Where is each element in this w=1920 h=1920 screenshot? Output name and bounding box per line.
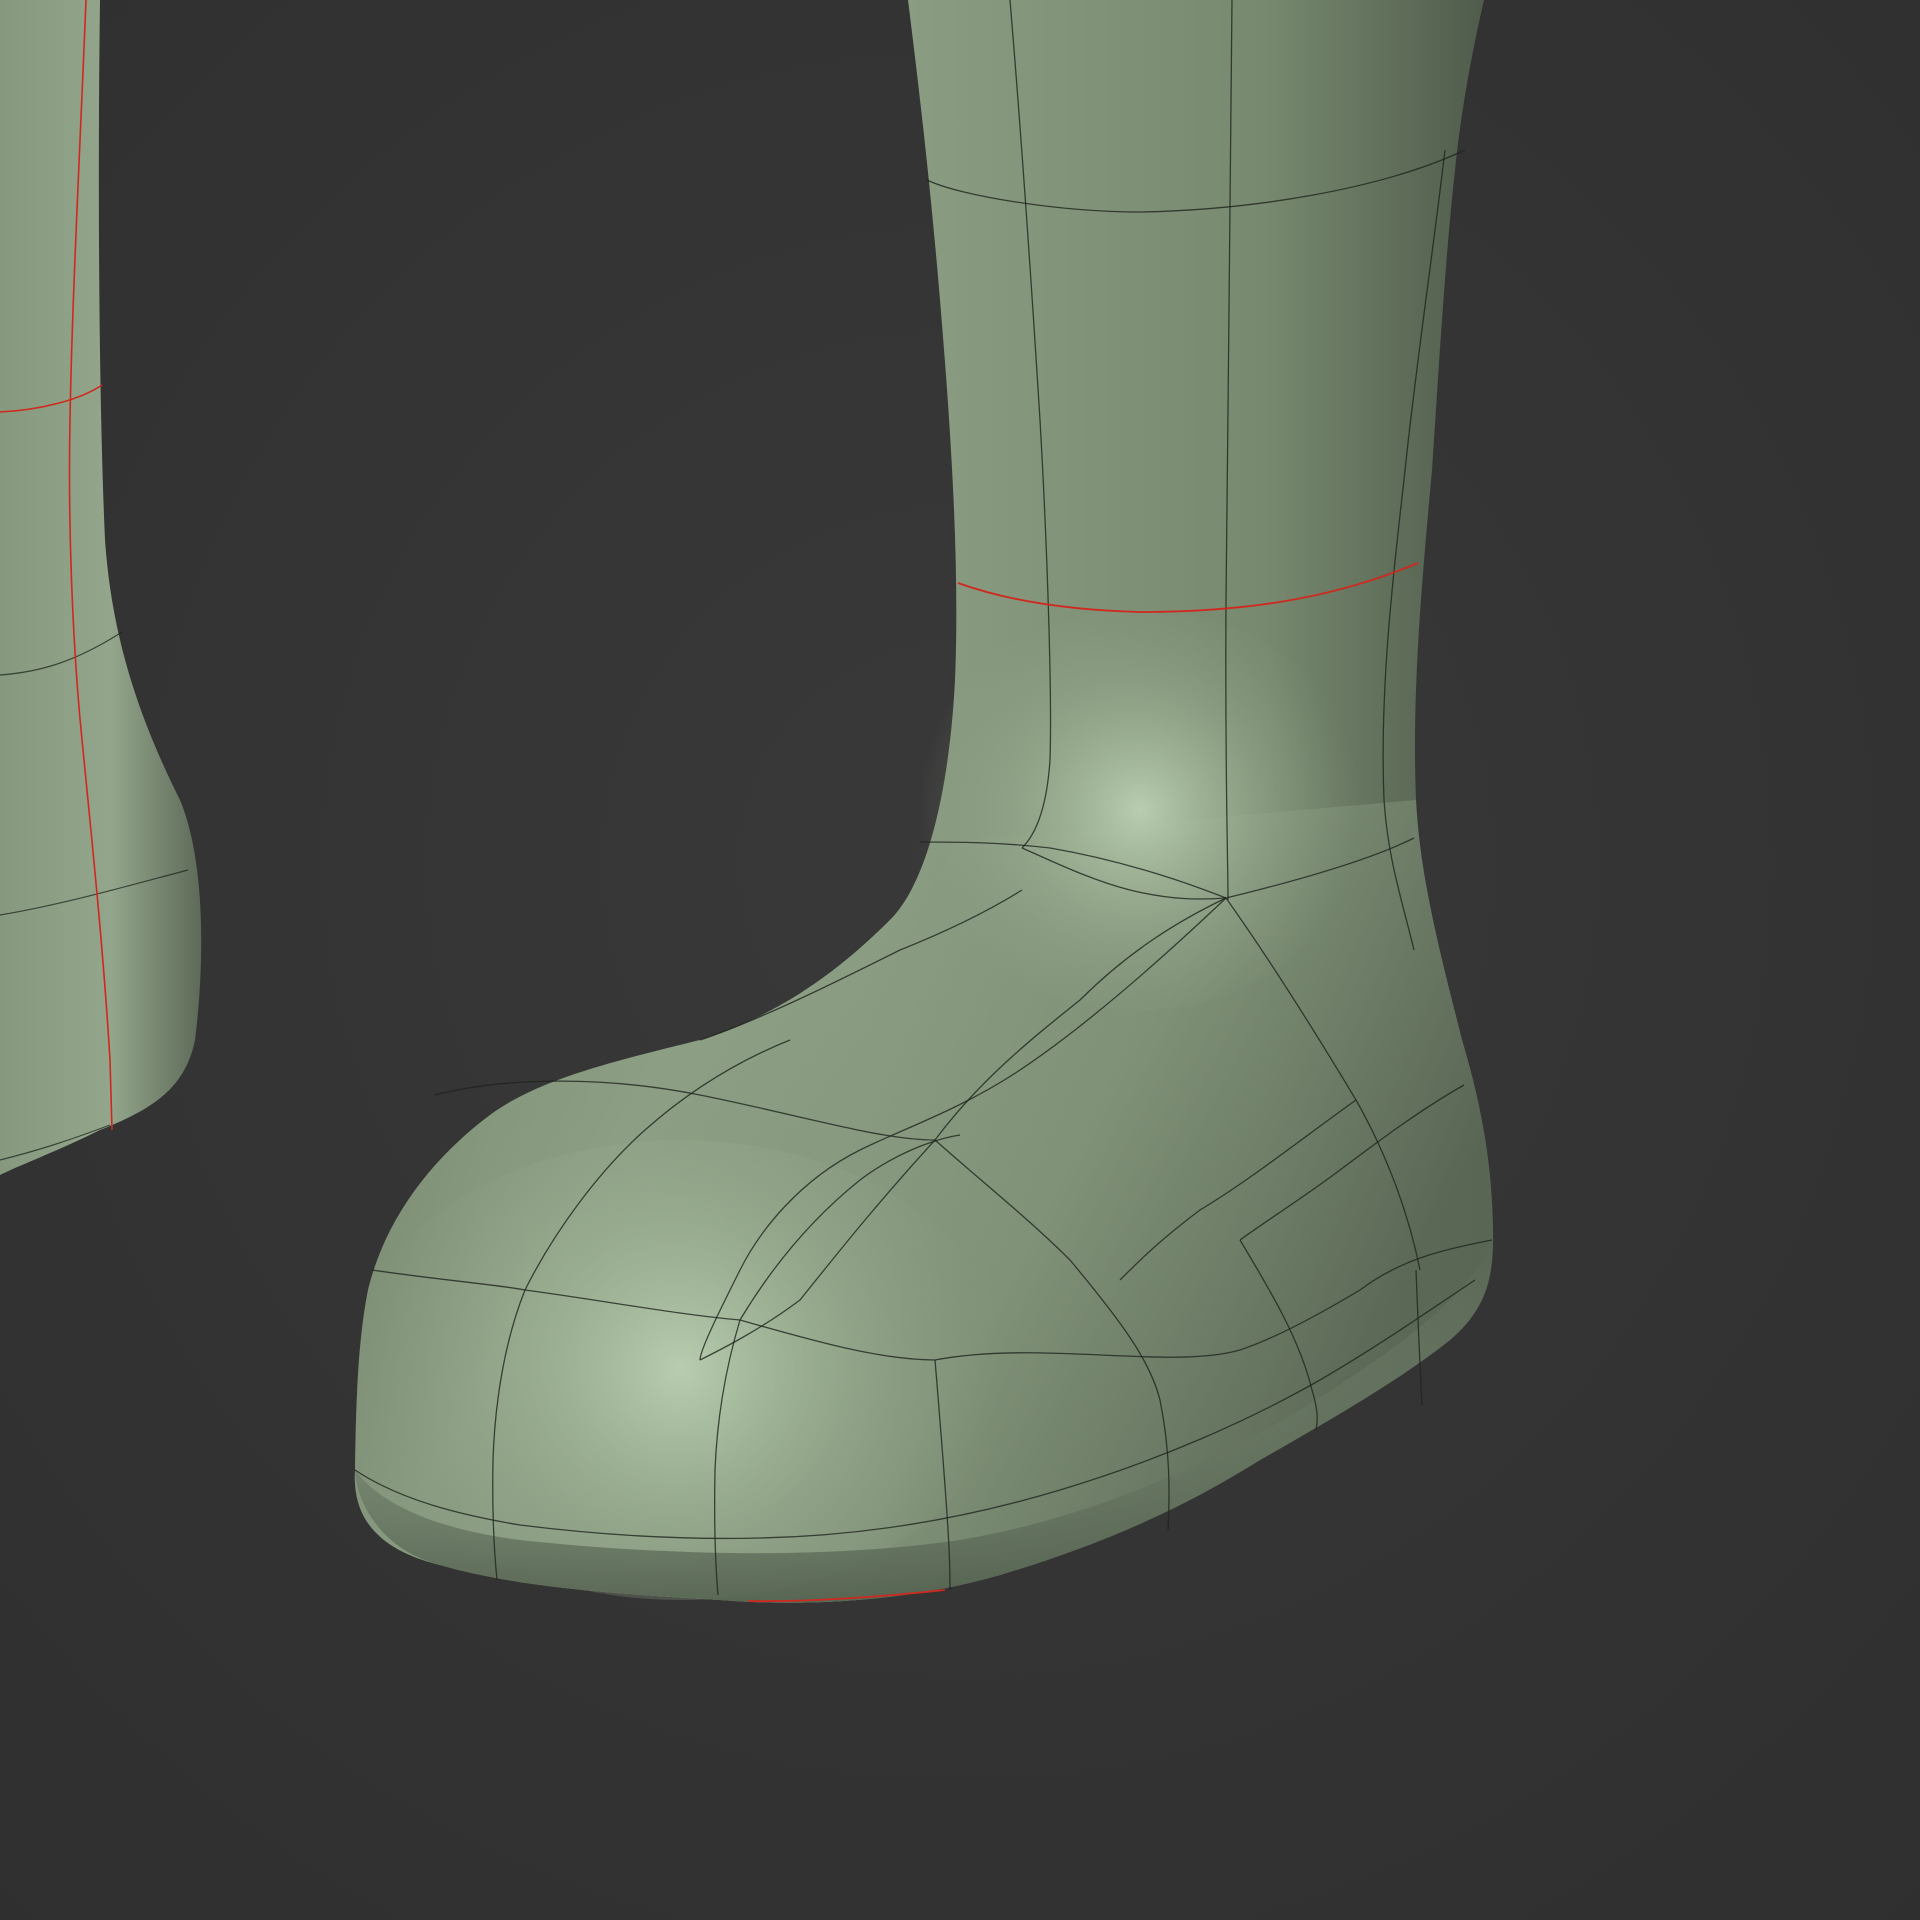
ankle-highlight bbox=[910, 610, 1370, 1010]
viewport-canvas[interactable] bbox=[0, 0, 1920, 1920]
3d-viewport[interactable] bbox=[0, 0, 1920, 1920]
